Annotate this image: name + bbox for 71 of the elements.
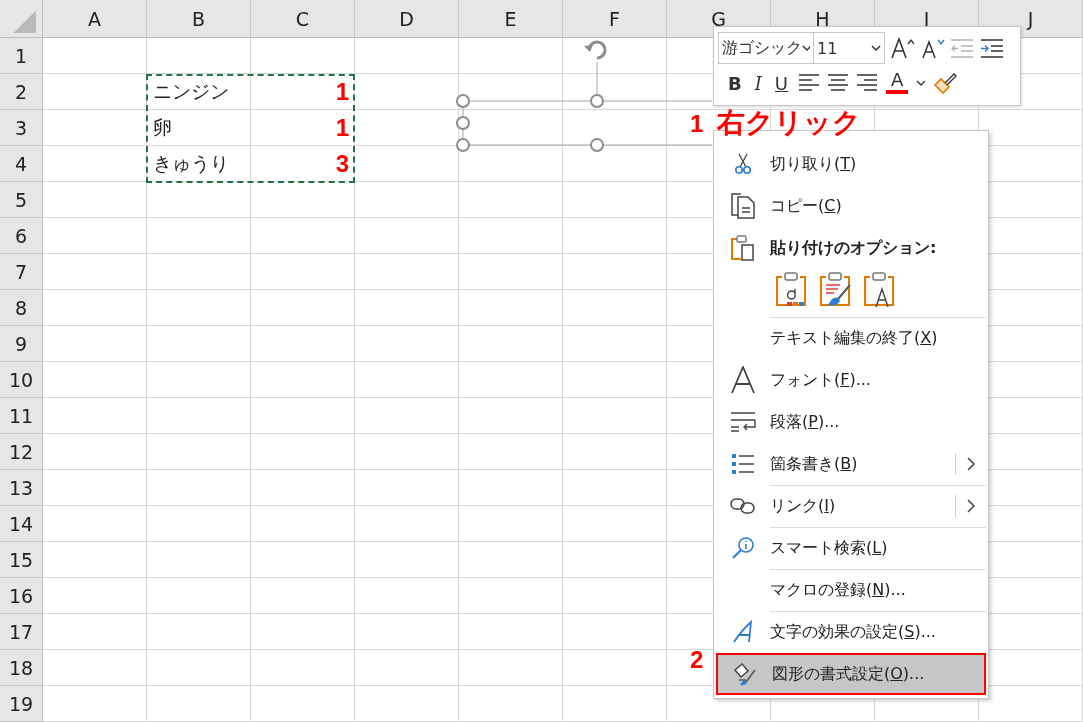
paste-formatting-icon[interactable] <box>818 271 852 309</box>
format-painter-icon[interactable] <box>932 71 959 95</box>
clipboard-icon <box>731 235 755 261</box>
paint-bucket-brush-icon <box>733 662 757 686</box>
row-header[interactable]: 3 <box>0 110 43 146</box>
table-cell-text: ニンジン <box>152 79 230 104</box>
paste-text-icon[interactable] <box>774 271 808 309</box>
column-header[interactable]: A <box>43 0 147 38</box>
paste-plain-icon[interactable] <box>862 271 896 309</box>
scissors-icon <box>734 153 752 175</box>
menu-item[interactable]: 図形の書式設定(O)... <box>716 653 986 695</box>
align-right-icon[interactable] <box>855 72 880 94</box>
caret-icon[interactable] <box>915 78 928 88</box>
chevron-right-icon <box>966 456 976 472</box>
row-header[interactable]: 1 <box>0 38 43 74</box>
row-header[interactable]: 17 <box>0 614 43 650</box>
step-number: 1 <box>690 110 704 138</box>
letter-a-icon <box>731 366 755 394</box>
row-header[interactable]: 8 <box>0 290 43 326</box>
column-header[interactable]: F <box>563 0 667 38</box>
step-number: 2 <box>690 646 704 674</box>
stylized-a-icon <box>732 620 754 644</box>
row-header[interactable]: 10 <box>0 362 43 398</box>
row-header[interactable]: 19 <box>0 686 43 722</box>
table-cell-text: 1 <box>334 113 350 143</box>
column-header[interactable]: E <box>459 0 563 38</box>
link-icon <box>730 497 756 515</box>
italic-button[interactable]: I <box>750 70 766 96</box>
row-header[interactable]: 12 <box>0 434 43 470</box>
grow-font-icon[interactable] <box>889 36 915 60</box>
row-header[interactable]: 6 <box>0 218 43 254</box>
column-header[interactable]: D <box>355 0 459 38</box>
font-size-dropdown[interactable]: 11 <box>813 32 885 64</box>
row-header[interactable]: 18 <box>0 650 43 686</box>
row-header[interactable]: 16 <box>0 578 43 614</box>
menu-item[interactable]: コピー(C) <box>716 185 986 227</box>
search-icon <box>731 536 755 560</box>
paragraph-icon <box>730 411 756 433</box>
row-header[interactable]: 4 <box>0 146 43 182</box>
table-cell-text: 1 <box>334 77 350 107</box>
menu-item[interactable]: フォント(F)... <box>716 359 986 401</box>
row-header[interactable]: 15 <box>0 542 43 578</box>
font-dropdown[interactable]: 游ゴシック <box>718 32 814 64</box>
row-header[interactable]: 7 <box>0 254 43 290</box>
menu-item[interactable]: 切り取り(T) <box>716 143 986 185</box>
menu-item[interactable]: 段落(P)... <box>716 401 986 443</box>
menu-heading: 貼り付けのオプション: <box>716 227 986 269</box>
column-header[interactable]: B <box>147 0 251 38</box>
bullet-list-icon <box>731 452 755 476</box>
underline-button[interactable]: U <box>770 70 793 96</box>
copy-icon <box>731 193 755 219</box>
align-center-icon[interactable] <box>826 72 851 94</box>
row-header[interactable]: 9 <box>0 326 43 362</box>
table-cell-text: 卵 <box>152 115 173 140</box>
table-cell-text: きゅうり <box>152 151 230 176</box>
row-header[interactable]: 14 <box>0 506 43 542</box>
bold-button[interactable]: B <box>724 70 746 96</box>
table-cell-text: 3 <box>334 149 350 179</box>
caret-icon <box>802 44 810 52</box>
row-header[interactable]: 5 <box>0 182 43 218</box>
annotation-text: 右クリック <box>717 105 862 141</box>
column-header[interactable]: C <box>251 0 355 38</box>
row-header[interactable]: 2 <box>0 74 43 110</box>
align-left-icon[interactable] <box>797 72 822 94</box>
caret-icon <box>871 44 881 52</box>
chevron-right-icon <box>966 498 976 514</box>
menu-item[interactable]: 箇条書き(B) <box>716 443 986 485</box>
row-header[interactable]: 11 <box>0 398 43 434</box>
row-header[interactable]: 13 <box>0 470 43 506</box>
font-color-button[interactable]: A <box>884 70 911 96</box>
increase-indent-icon[interactable] <box>979 36 1005 60</box>
